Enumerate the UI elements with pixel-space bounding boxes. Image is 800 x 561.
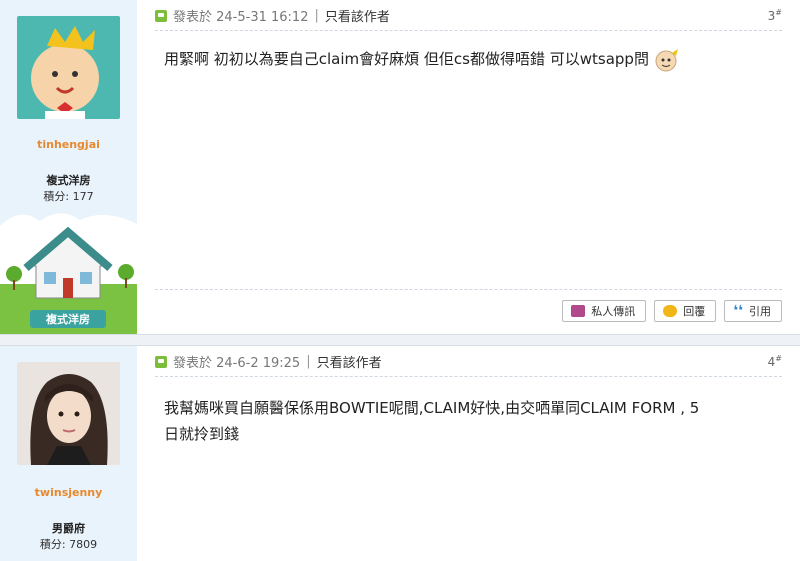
post-separator <box>0 334 800 346</box>
meta-separator: | <box>306 354 311 369</box>
pm-label: 私人傳訊 <box>591 305 636 318</box>
post-text-line: 日就拎到錢 <box>164 425 240 443</box>
pm-icon <box>571 305 586 317</box>
floor-number[interactable]: 3# <box>768 8 782 23</box>
reply-icon <box>663 305 678 317</box>
user-points: 積分: 177 <box>43 190 94 203</box>
divider <box>155 30 782 31</box>
post-online-icon <box>155 355 167 368</box>
post-4: twinsjenny 男爵府 積分: 7809 發表於 24-6-2 19:25… <box>0 346 800 561</box>
rank-badge-image: 複式洋房 <box>0 213 137 334</box>
meta-separator: | <box>314 8 319 23</box>
user-rank: 複式洋房 <box>46 174 91 187</box>
quote-icon: ❛❛ <box>733 303 743 319</box>
post-3: tinhengjai 複式洋房 積分: 177 複式洋房 發表於 24-5-31… <box>0 0 800 334</box>
divider <box>155 376 782 377</box>
user-rank: 男爵府 <box>52 522 85 535</box>
divider <box>155 289 782 290</box>
quote-label: 引用 <box>749 305 771 318</box>
reply-button[interactable]: 回覆 <box>654 300 717 322</box>
post-actions: 私人傳訊 回覆 ❛❛ 引用 <box>562 300 782 322</box>
username[interactable]: twinsjenny <box>0 486 137 499</box>
pm-button[interactable]: 私人傳訊 <box>562 300 647 322</box>
reply-label: 回覆 <box>683 305 706 318</box>
post-online-icon <box>155 9 167 22</box>
post-main: 發表於 24-6-2 19:25 | 只看該作者 4# 我幫媽咪買自願醫保係用B… <box>137 346 800 561</box>
author-only-link[interactable]: 只看該作者 <box>317 352 382 371</box>
floor-mark: # <box>775 354 782 363</box>
user-sidebar: twinsjenny 男爵府 積分: 7809 <box>0 346 137 561</box>
floor-number[interactable]: 4# <box>768 354 782 369</box>
smiley-icon <box>655 48 678 71</box>
post-text: 用緊啊 初初以為要自己claim會好麻煩 但佢cs都做得唔錯 可以wtsapp問 <box>164 50 649 68</box>
floor-mark: # <box>775 8 782 17</box>
post-main: 發表於 24-5-31 16:12 | 只看該作者 3# 用緊啊 初初以為要自己… <box>137 0 800 334</box>
post-meta: 發表於 24-6-2 19:25 | 只看該作者 <box>155 352 382 371</box>
author-only-link[interactable]: 只看該作者 <box>325 6 390 25</box>
post-content: 我幫媽咪買自願醫保係用BOWTIE呢間,CLAIM好快,由交哂單同CLAIM F… <box>164 395 760 447</box>
avatar[interactable] <box>17 16 120 119</box>
user-sidebar: tinhengjai 複式洋房 積分: 177 複式洋房 <box>0 0 137 334</box>
rank-badge-label: 複式洋房 <box>45 312 90 326</box>
post-date: 發表於 24-5-31 16:12 <box>173 10 309 25</box>
user-points: 積分: 7809 <box>39 538 98 551</box>
avatar[interactable] <box>17 362 120 465</box>
username[interactable]: tinhengjai <box>0 138 137 151</box>
quote-button[interactable]: ❛❛ 引用 <box>724 300 782 322</box>
post-meta: 發表於 24-5-31 16:12 | 只看該作者 <box>155 6 390 25</box>
post-content: 用緊啊 初初以為要自己claim會好麻煩 但佢cs都做得唔錯 可以wtsapp問 <box>164 46 760 73</box>
post-date: 發表於 24-6-2 19:25 <box>173 356 301 371</box>
post-text-line: 我幫媽咪買自願醫保係用BOWTIE呢間,CLAIM好快,由交哂單同CLAIM F… <box>164 399 700 417</box>
